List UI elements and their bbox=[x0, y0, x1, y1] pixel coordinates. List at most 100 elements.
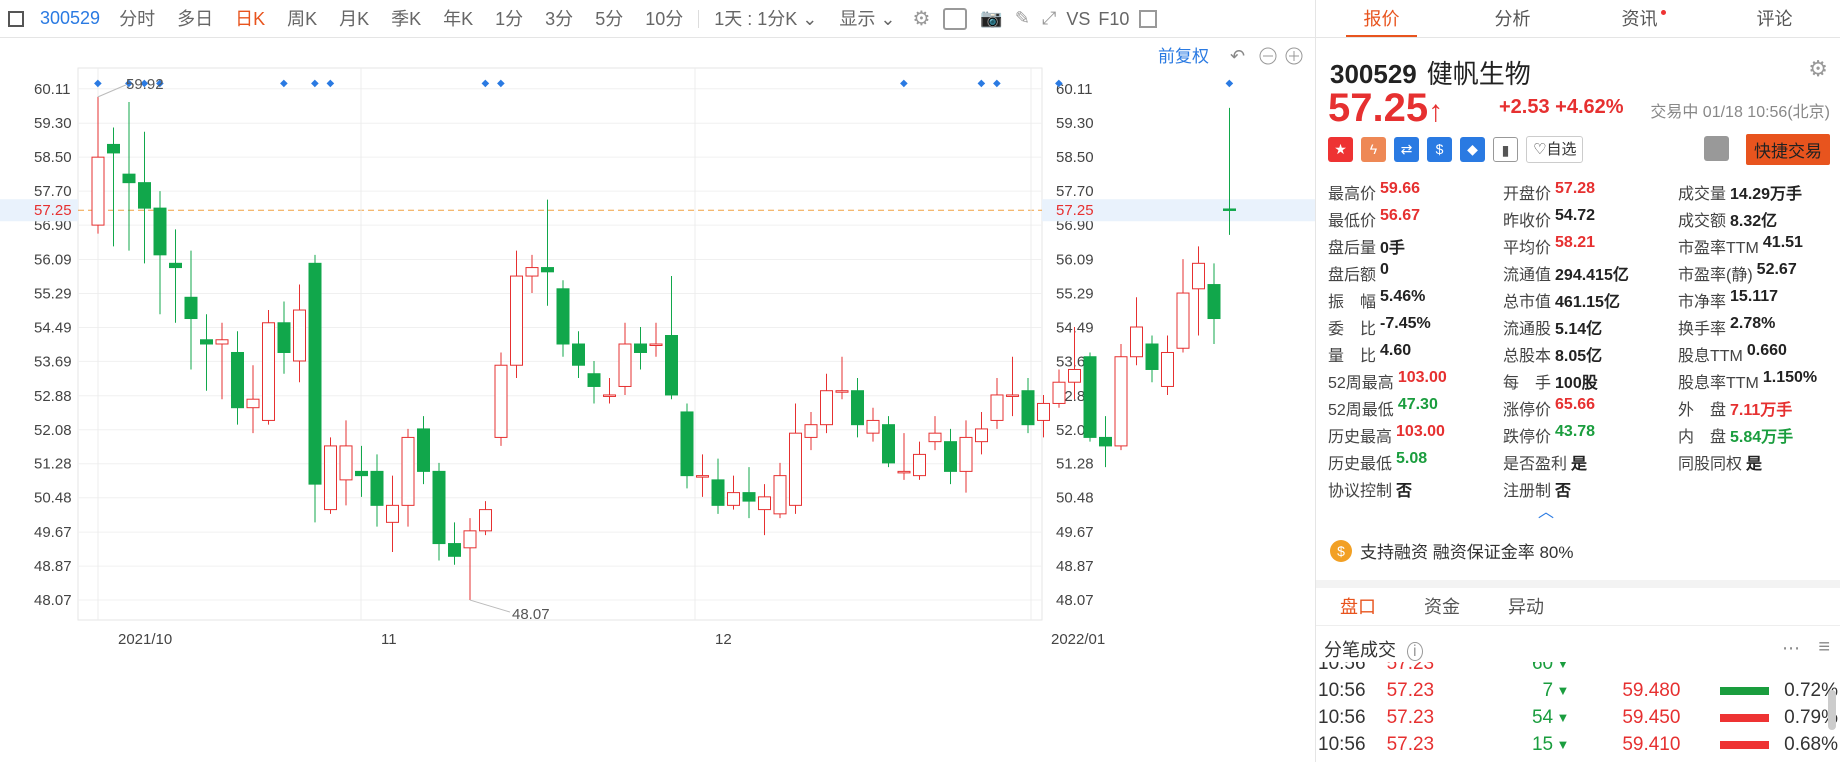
tab-changes[interactable]: 异动 bbox=[1484, 588, 1568, 625]
event-marker-icon: ◆ bbox=[280, 78, 288, 89]
stat-cell: 振 幅 5.46% bbox=[1328, 288, 1503, 312]
tab-comments[interactable]: 评论 bbox=[1709, 0, 1840, 37]
kline-chart[interactable]: 60.11 60.11 59.30 59.30 58.50 58.50 57.70 57.70… bbox=[0, 38, 1315, 762]
stat-cell: 成交量 14.29万手 bbox=[1678, 180, 1838, 204]
undo-icon[interactable]: ↶ bbox=[1230, 46, 1245, 66]
candle-body bbox=[293, 309, 306, 362]
gear-icon[interactable]: ⚙ bbox=[912, 6, 930, 31]
stats-row: 量 比 4.60 总股本 8.05亿 股息TTM 0.660 bbox=[1328, 340, 1838, 367]
chart-toolbar: 300529 分时 多日 日K 周K 月K 季K 年K 1分 3分 5分 10分… bbox=[0, 0, 1315, 38]
stat-label: 开盘价 bbox=[1503, 185, 1552, 203]
stat-value: 否 bbox=[1555, 482, 1572, 500]
more-icon[interactable]: ⋯ bbox=[1782, 638, 1800, 659]
stat-value: 是 bbox=[1571, 455, 1588, 473]
stats-row: 盘后额 0 流通值 294.415亿 市盈率(静) 52.67 bbox=[1328, 259, 1838, 286]
fullscreen-icon[interactable]: ⤢ bbox=[1042, 8, 1056, 29]
stat-cell: 市净率 15.117 bbox=[1678, 288, 1838, 312]
tab-intraday[interactable]: 分时 bbox=[108, 0, 166, 38]
stat-label: 量 比 bbox=[1328, 347, 1377, 365]
stat-value: 否 bbox=[1396, 482, 1413, 500]
china-flag-icon[interactable]: ★ bbox=[1328, 137, 1353, 162]
compare-button[interactable]: VS bbox=[1062, 0, 1094, 38]
stat-cell: 历史最低 5.08 bbox=[1328, 450, 1503, 474]
bookmark-icon[interactable]: ▮ bbox=[1493, 137, 1518, 162]
list-icon[interactable]: ≡ bbox=[1818, 636, 1830, 659]
tab-1min[interactable]: 1分 bbox=[484, 0, 534, 38]
trading-status: 交易中 01/18 10:56(北京) bbox=[1650, 104, 1830, 121]
candle-body bbox=[277, 322, 291, 353]
shuffle-icon[interactable]: ⇄ bbox=[1394, 137, 1419, 162]
dollar-icon[interactable]: $ bbox=[1427, 137, 1452, 162]
camera-icon[interactable]: 📷 bbox=[980, 8, 1002, 29]
candle-body bbox=[1052, 381, 1066, 404]
tab-funds[interactable]: 资金 bbox=[1400, 588, 1484, 625]
candle-body bbox=[789, 432, 802, 506]
settings-icon[interactable]: ⚙ bbox=[1808, 56, 1828, 82]
quick-trade-button[interactable]: 快捷交易 bbox=[1746, 134, 1830, 165]
kline-svg[interactable]: 60.11 60.1159.30 59.3058.50 58.5057.70 57.70… bbox=[0, 38, 1315, 762]
stat-label: 市盈率TTM bbox=[1678, 239, 1759, 257]
stat-value: 8.05亿 bbox=[1555, 347, 1603, 365]
candle-body bbox=[370, 470, 384, 506]
lightning-icon[interactable]: ϟ bbox=[1361, 137, 1386, 162]
tick-volume: 15 bbox=[1531, 733, 1554, 755]
stat-label: 52周最低 bbox=[1328, 401, 1394, 419]
down-arrow-icon: ▼ bbox=[1556, 737, 1570, 752]
candle-body bbox=[820, 390, 833, 426]
tab-quote[interactable]: 报价 bbox=[1316, 0, 1447, 37]
change-value: +2.53 bbox=[1499, 96, 1550, 118]
y-tick-label-right: 51.28 bbox=[1056, 456, 1094, 473]
price-adjust-button[interactable]: 前复权 bbox=[1158, 47, 1209, 66]
stat-cell: 盘后额 0 bbox=[1328, 261, 1503, 285]
stat-value: 103.00 bbox=[1397, 368, 1447, 386]
tab-3min[interactable]: 3分 bbox=[534, 0, 584, 38]
add-watchlist-button[interactable]: ♡自选 bbox=[1526, 136, 1584, 163]
display-dropdown[interactable]: 显示 ⌄ bbox=[828, 0, 906, 38]
stat-label: 注册制 bbox=[1503, 482, 1552, 500]
stat-value: 5.08 bbox=[1396, 449, 1428, 467]
y-tick-label-left: 55.29 bbox=[34, 285, 72, 302]
level-bar bbox=[1720, 686, 1770, 695]
stat-cell: 委 比 -7.45% bbox=[1328, 315, 1503, 339]
info-icon[interactable]: i bbox=[1407, 642, 1423, 661]
tab-multiday[interactable]: 多日 bbox=[166, 0, 224, 38]
candle-body bbox=[618, 343, 632, 387]
bell-icon[interactable] bbox=[1704, 136, 1729, 161]
tab-5min[interactable]: 5分 bbox=[584, 0, 634, 38]
tab-news[interactable]: 资讯 bbox=[1578, 0, 1709, 37]
tab-quarterly-k[interactable]: 季K bbox=[380, 0, 432, 38]
y-tick-label-right: 55.29 bbox=[1056, 285, 1094, 302]
tick-time: 10:56 bbox=[1318, 679, 1366, 701]
chevron-up-icon[interactable]: ︿ bbox=[1538, 498, 1554, 522]
chart-type-icon[interactable] bbox=[943, 7, 968, 30]
tick-row: 10:56 57.23 15 ▼ 59.410 0.68% bbox=[1318, 731, 1838, 758]
tab-10min[interactable]: 10分 bbox=[634, 0, 694, 38]
tab-weekly-k[interactable]: 周K bbox=[276, 0, 328, 38]
tab-yearly-k[interactable]: 年K bbox=[432, 0, 484, 38]
tick-row: 10:56 57.23 7 ▼ 59.480 0.72% bbox=[1318, 677, 1838, 704]
tab-monthly-k[interactable]: 月K bbox=[328, 0, 380, 38]
candle-body bbox=[990, 394, 1004, 421]
level-price: 59.480 bbox=[1622, 679, 1681, 701]
f10-button[interactable]: F10 bbox=[1094, 0, 1133, 38]
stock-code-tab[interactable]: 300529 bbox=[32, 8, 108, 29]
candle-body bbox=[153, 207, 167, 256]
panel-toggle-icon[interactable] bbox=[1139, 9, 1158, 28]
stock-code: 300529 bbox=[1330, 59, 1417, 89]
period-dropdown[interactable]: 1天 : 1分K ⌄ bbox=[703, 0, 828, 38]
menu-icon[interactable] bbox=[8, 10, 24, 27]
tab-daily-k[interactable]: 日K bbox=[224, 0, 276, 38]
period-label: 1天 : 1分K bbox=[714, 8, 798, 29]
tick-price: 57.23 bbox=[1386, 679, 1435, 701]
candle-body bbox=[215, 339, 229, 345]
candle-body bbox=[448, 543, 461, 557]
candle-body bbox=[91, 156, 105, 226]
tab-analysis[interactable]: 分析 bbox=[1447, 0, 1578, 37]
tab-orderbook[interactable]: 盘口 bbox=[1316, 588, 1400, 625]
level-price: 59.450 bbox=[1622, 706, 1681, 728]
scrollbar[interactable] bbox=[1828, 690, 1836, 730]
pencil-icon[interactable]: ✎ bbox=[1015, 8, 1030, 29]
stat-value: 1.150% bbox=[1762, 368, 1818, 386]
tag-icon[interactable]: ◆ bbox=[1460, 137, 1485, 162]
stat-cell: 同股同权是 bbox=[1678, 450, 1838, 474]
